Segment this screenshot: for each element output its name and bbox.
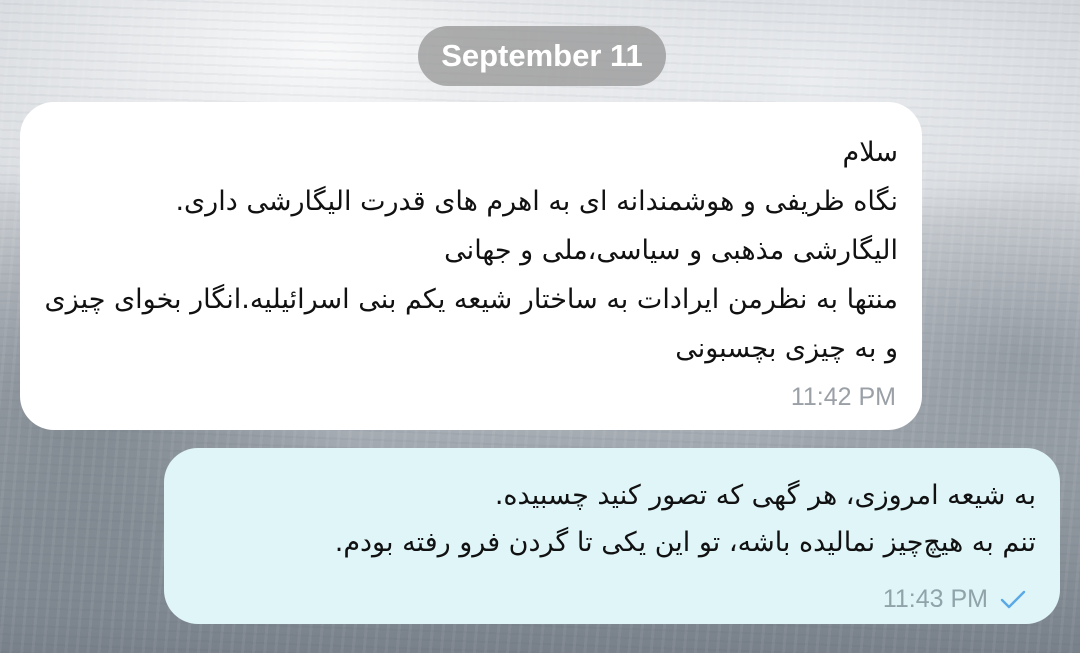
outgoing-message-bubble[interactable]: به شیعه امروزی، هر گهی که تصور کنید چسبی… (164, 448, 1060, 624)
incoming-message-bubble[interactable]: سلام نگاه ظریفی و هوشمندانه ای به اهرم ه… (20, 102, 922, 430)
message-meta: 11:42 PM (791, 383, 896, 412)
message-time: 11:42 PM (790, 383, 896, 411)
message-text: سلام نگاه ظریفی و هوشمندانه ای به اهرم ه… (44, 137, 898, 364)
message-time: 11:43 PM (882, 585, 988, 613)
date-divider: September 11 (418, 26, 666, 86)
message-meta: 11:43 PM (883, 585, 1026, 614)
check-icon (1000, 589, 1026, 611)
message-text: به شیعه امروزی، هر گهی که تصور کنید چسبی… (334, 480, 1036, 558)
